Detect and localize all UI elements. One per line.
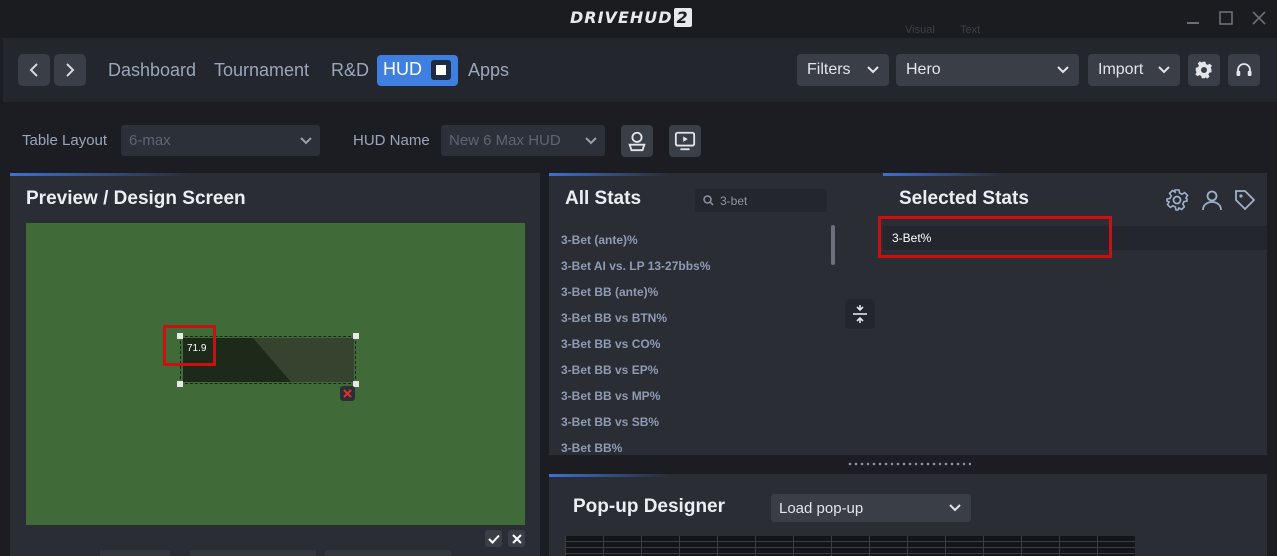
popup-design-grid[interactable] bbox=[565, 536, 1135, 556]
chevron-right-icon bbox=[66, 63, 75, 77]
player-seat-button[interactable] bbox=[621, 125, 653, 157]
resize-handle[interactable] bbox=[353, 333, 359, 339]
nav-hud-tab[interactable]: HUD bbox=[377, 55, 458, 86]
close-icon bbox=[511, 533, 522, 544]
table-layout-value: 6-max bbox=[129, 132, 171, 149]
nav-dashboard[interactable]: Dashboard bbox=[108, 58, 196, 82]
gear-icon bbox=[1166, 189, 1189, 211]
list-item[interactable]: 3-Bet BB vs MP% bbox=[561, 383, 826, 409]
search-value: 3-bet bbox=[720, 193, 748, 208]
chevron-down-icon bbox=[585, 136, 597, 144]
support-button[interactable] bbox=[1228, 54, 1260, 86]
remove-panel-button[interactable] bbox=[340, 386, 355, 401]
tag-icon bbox=[1235, 190, 1256, 211]
all-stats-title: All Stats bbox=[565, 188, 642, 209]
settings-button[interactable] bbox=[1188, 54, 1220, 86]
preview-screen-button[interactable] bbox=[669, 125, 701, 157]
resize-handle[interactable] bbox=[177, 381, 183, 387]
headset-icon bbox=[1236, 63, 1252, 76]
player-select[interactable]: Hero bbox=[896, 54, 1079, 86]
highlight-box-stat bbox=[163, 325, 216, 366]
cancel-button[interactable] bbox=[508, 530, 525, 547]
bottom-control[interactable] bbox=[190, 550, 316, 556]
load-popup-label: Load pop-up bbox=[779, 499, 864, 517]
all-stats-list: 3-Bet (ante)% 3-Bet AI vs. LP 13-27bbs% … bbox=[561, 227, 826, 461]
app-logo: DRIVEHUD 2 bbox=[570, 8, 692, 27]
chevron-down-icon bbox=[1158, 66, 1170, 74]
load-popup-dropdown[interactable]: Load pop-up bbox=[771, 494, 971, 522]
list-item[interactable]: 3-Bet BB vs SB% bbox=[561, 409, 826, 435]
confirm-button[interactable] bbox=[485, 530, 502, 547]
filters-label: Filters bbox=[807, 61, 851, 78]
minimize-icon bbox=[1187, 22, 1199, 24]
monitor-play-icon bbox=[674, 131, 696, 151]
search-icon bbox=[703, 195, 714, 206]
hud-name-select[interactable]: New 6 Max HUD bbox=[441, 125, 605, 156]
popup-designer-title: Pop-up Designer bbox=[573, 496, 726, 517]
maximize-button[interactable] bbox=[1215, 8, 1237, 28]
panel-splitter[interactable] bbox=[847, 462, 971, 466]
forward-button[interactable] bbox=[54, 54, 86, 86]
filters-dropdown[interactable]: Filters bbox=[797, 54, 889, 86]
list-item[interactable]: 3-Bet BB vs EP% bbox=[561, 357, 826, 383]
resize-handle[interactable] bbox=[177, 333, 183, 339]
preview-title: Preview / Design Screen bbox=[26, 188, 246, 209]
minimize-button[interactable] bbox=[1182, 8, 1204, 28]
hud-name-label: HUD Name bbox=[353, 132, 430, 149]
list-item[interactable]: 3-Bet BB% bbox=[561, 435, 826, 461]
list-item[interactable]: 3-Bet (ante)% bbox=[561, 227, 826, 253]
selected-stats-accent bbox=[883, 173, 1003, 176]
chevron-down-icon bbox=[867, 66, 879, 74]
check-icon bbox=[487, 534, 500, 544]
list-item[interactable]: 3-Bet BB vs CO% bbox=[561, 331, 826, 357]
split-vertical-icon bbox=[853, 305, 867, 323]
list-item[interactable]: 3-Bet BB vs BTN% bbox=[561, 305, 826, 331]
chevron-down-icon bbox=[300, 136, 312, 144]
table-layout-select[interactable]: 6-max bbox=[121, 125, 320, 156]
gear-icon bbox=[1195, 61, 1212, 79]
player-type-button[interactable] bbox=[1200, 188, 1224, 217]
user-icon bbox=[1202, 190, 1222, 211]
nav-tournament[interactable]: Tournament bbox=[214, 58, 309, 82]
nav-rnd[interactable]: R&D bbox=[331, 58, 369, 82]
stat-settings-button[interactable] bbox=[1165, 188, 1189, 217]
selected-stats-title: Selected Stats bbox=[899, 188, 1029, 209]
close-icon bbox=[1252, 11, 1266, 25]
list-item[interactable]: 3-Bet BB (ante)% bbox=[561, 279, 826, 305]
close-icon bbox=[343, 389, 352, 398]
chevron-down-icon bbox=[949, 504, 961, 512]
nav-hud-label: HUD bbox=[383, 59, 422, 79]
stop-icon[interactable] bbox=[431, 60, 451, 80]
split-toggle-button[interactable] bbox=[845, 299, 875, 329]
ghost-label-text: Text bbox=[960, 24, 981, 36]
close-window-button[interactable] bbox=[1248, 8, 1270, 28]
list-item[interactable]: 3-Bet AI vs. LP 13-27bbs% bbox=[561, 253, 826, 279]
chevron-down-icon bbox=[1057, 66, 1069, 74]
maximize-icon bbox=[1219, 11, 1233, 25]
table-layout-label: Table Layout bbox=[22, 132, 108, 149]
bottom-control[interactable] bbox=[100, 550, 170, 556]
stats-search-input[interactable]: 3-bet bbox=[695, 189, 827, 212]
player-icon bbox=[628, 131, 646, 152]
bottom-control[interactable] bbox=[325, 550, 451, 556]
chevron-left-icon bbox=[29, 63, 38, 77]
stats-scrollbar[interactable] bbox=[831, 225, 835, 265]
nav-apps[interactable]: Apps bbox=[468, 58, 509, 82]
import-dropdown[interactable]: Import bbox=[1088, 54, 1180, 86]
player-value: Hero bbox=[906, 61, 941, 78]
import-label: Import bbox=[1098, 61, 1144, 78]
ghost-label-visual: Visual bbox=[905, 24, 935, 36]
tag-button[interactable] bbox=[1233, 188, 1257, 217]
highlight-box-selected bbox=[878, 216, 1112, 258]
hud-name-value: New 6 Max HUD bbox=[449, 132, 561, 149]
back-button[interactable] bbox=[18, 54, 50, 86]
